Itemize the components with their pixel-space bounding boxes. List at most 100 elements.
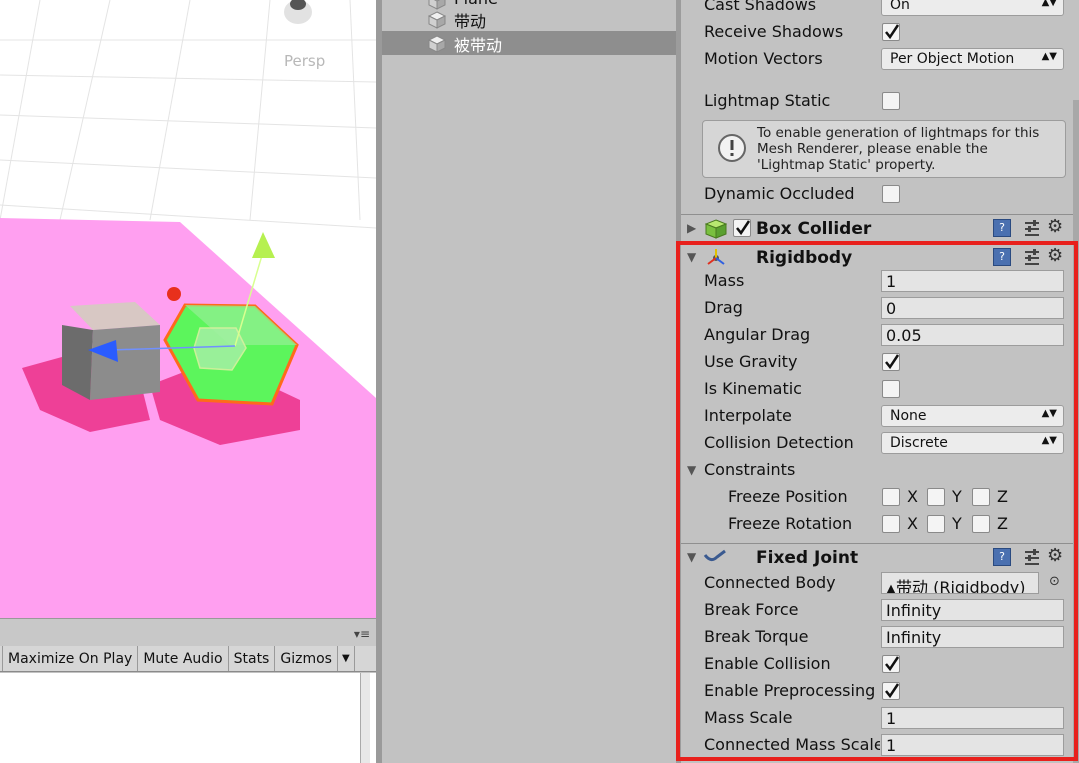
rigidbody-header[interactable]: ▼ Rigidbody ? ⚙ (681, 243, 1079, 271)
use-gravity-checkbox[interactable] (882, 353, 900, 371)
constraints-label[interactable]: Constraints (704, 460, 795, 479)
motion-vectors-label: Motion Vectors (704, 49, 823, 68)
lightmap-static-checkbox[interactable] (882, 92, 900, 110)
checkmark-icon (736, 220, 751, 236)
game-view[interactable] (0, 673, 376, 763)
x-axis-gizmo-icon[interactable] (167, 287, 181, 301)
collapse-arrow-icon[interactable]: ▼ (687, 250, 696, 264)
freeze-position-label: Freeze Position (728, 487, 848, 506)
axis-x-label: X (907, 487, 918, 506)
axis-y-label: Y (952, 487, 962, 506)
mute-audio-toggle[interactable]: Mute Audio (138, 646, 229, 671)
cast-shadows-row: Cast Shadows On ▲▼ (681, 0, 1079, 19)
freeze-rotation-x-checkbox[interactable] (882, 515, 900, 533)
cast-shadows-label: Cast Shadows (704, 0, 817, 14)
cast-shadows-dropdown[interactable]: On ▲▼ (881, 0, 1064, 16)
mass-scale-field[interactable]: 1 (881, 707, 1064, 729)
connected-body-field[interactable]: ▲带动 (Rigidbody) (881, 572, 1039, 594)
lightmap-info-box: To enable generation of lightmaps for th… (702, 120, 1066, 178)
game-view-scrollbar[interactable] (360, 673, 370, 763)
scene-view[interactable]: Persp (0, 0, 376, 618)
gear-icon[interactable]: ⚙ (1047, 545, 1063, 566)
help-icon[interactable]: ? (993, 248, 1011, 266)
box-collider-title: Box Collider (756, 219, 872, 239)
maximize-on-play-toggle[interactable]: Maximize On Play (2, 646, 139, 671)
preset-icon[interactable] (1023, 218, 1041, 242)
angular-drag-label[interactable]: Angular Drag (704, 325, 810, 344)
gear-icon[interactable]: ⚙ (1047, 245, 1063, 266)
is-kinematic-checkbox[interactable] (882, 380, 900, 398)
freeze-position-x-checkbox[interactable] (882, 488, 900, 506)
mass-row: Mass 1 (681, 268, 1079, 295)
collision-detection-dropdown[interactable]: Discrete ▲▼ (881, 432, 1064, 454)
persp-label[interactable]: Persp (284, 52, 325, 70)
dynamic-occluded-checkbox[interactable] (882, 185, 900, 203)
fixed-joint-header[interactable]: ▼ Fixed Joint ? ⚙ (681, 543, 1079, 571)
break-torque-label[interactable]: Break Torque (704, 627, 808, 646)
mass-field[interactable]: 1 (881, 270, 1064, 292)
collapse-arrow-icon[interactable]: ▼ (687, 463, 696, 477)
hierarchy-item[interactable]: 带动 (382, 7, 676, 31)
y-axis-gizmo-icon[interactable] (252, 232, 275, 258)
fixed-joint-title: Fixed Joint (756, 548, 859, 568)
stats-toggle[interactable]: Stats (229, 646, 276, 671)
cube-icon (427, 11, 447, 33)
motion-vectors-dropdown[interactable]: Per Object Motion ▲▼ (881, 48, 1064, 70)
break-force-field[interactable]: Infinity (881, 599, 1064, 621)
scene-canvas[interactable] (0, 0, 376, 618)
break-torque-field[interactable]: Infinity (881, 626, 1064, 648)
box-collider-header[interactable]: ▶ Box Collider ? ⚙ (681, 214, 1079, 242)
inspector-scrollbar[interactable] (1073, 100, 1079, 763)
angular-drag-field[interactable]: 0.05 (881, 324, 1064, 346)
lightmap-static-label: Lightmap Static (704, 91, 831, 110)
drag-field[interactable]: 0 (881, 297, 1064, 319)
drag-label[interactable]: Drag (704, 298, 743, 317)
enable-preprocessing-checkbox[interactable] (882, 682, 900, 700)
dropdown-arrow-icon: ▲▼ (1041, 0, 1057, 8)
mass-scale-row: Mass Scale 1 (681, 705, 1079, 732)
gizmos-dropdown-icon[interactable]: ▼ (338, 646, 355, 671)
hierarchy-panel: Plane 带动 被带动 (382, 0, 676, 763)
help-icon[interactable]: ? (993, 219, 1011, 237)
lightmap-info-text: To enable generation of lightmaps for th… (757, 125, 1040, 173)
break-force-label[interactable]: Break Force (704, 600, 799, 619)
cube-icon (427, 35, 447, 57)
hierarchy-item-selected[interactable]: 被带动 (382, 31, 676, 55)
box-collider-enabled-checkbox[interactable] (733, 219, 751, 237)
freeze-rotation-y-checkbox[interactable] (927, 515, 945, 533)
expand-arrow-icon[interactable]: ▶ (687, 221, 696, 235)
mass-label[interactable]: Mass (704, 271, 744, 290)
freeze-position-y-checkbox[interactable] (927, 488, 945, 506)
connected-body-value: 带动 (Rigidbody) (896, 578, 1026, 594)
freeze-rotation-label: Freeze Rotation (728, 514, 853, 533)
interpolate-row: Interpolate None ▲▼ (681, 403, 1079, 430)
component-header-icons: ? ⚙ (993, 216, 1077, 242)
object-picker-icon[interactable]: ⊙ (1049, 574, 1060, 589)
preset-icon[interactable] (1023, 547, 1041, 571)
connected-mass-scale-field[interactable]: 1 (881, 734, 1064, 756)
checkmark-icon (885, 24, 900, 40)
connected-mass-scale-label[interactable]: Connected Mass Scale (704, 735, 880, 754)
info-icon (717, 133, 747, 167)
enable-collision-checkbox[interactable] (882, 655, 900, 673)
interpolate-dropdown[interactable]: None ▲▼ (881, 405, 1064, 427)
gizmos-toggle[interactable]: Gizmos (275, 646, 338, 671)
break-torque-row: Break Torque Infinity (681, 624, 1079, 651)
collapse-arrow-icon[interactable]: ▼ (687, 550, 696, 564)
checkmark-icon (885, 354, 900, 370)
help-icon[interactable]: ? (993, 548, 1011, 566)
receive-shadows-checkbox[interactable] (882, 23, 900, 41)
lightmap-static-row: Lightmap Static (681, 88, 1079, 115)
gear-icon[interactable]: ⚙ (1047, 216, 1063, 237)
freeze-rotation-z-checkbox[interactable] (972, 515, 990, 533)
panel-menu-icon[interactable]: ▾≡ (354, 627, 370, 641)
freeze-position-z-checkbox[interactable] (972, 488, 990, 506)
hierarchy-item-label: 带动 (454, 12, 487, 31)
dropdown-arrow-icon: ▲▼ (1041, 51, 1057, 62)
dynamic-occluded-label: Dynamic Occluded (704, 184, 855, 203)
mass-scale-label[interactable]: Mass Scale (704, 708, 792, 727)
interpolate-label: Interpolate (704, 406, 792, 425)
collision-detection-value: Discrete (890, 435, 948, 451)
constraints-row[interactable]: ▼ Constraints (681, 457, 1079, 484)
is-kinematic-row: Is Kinematic (681, 376, 1079, 403)
